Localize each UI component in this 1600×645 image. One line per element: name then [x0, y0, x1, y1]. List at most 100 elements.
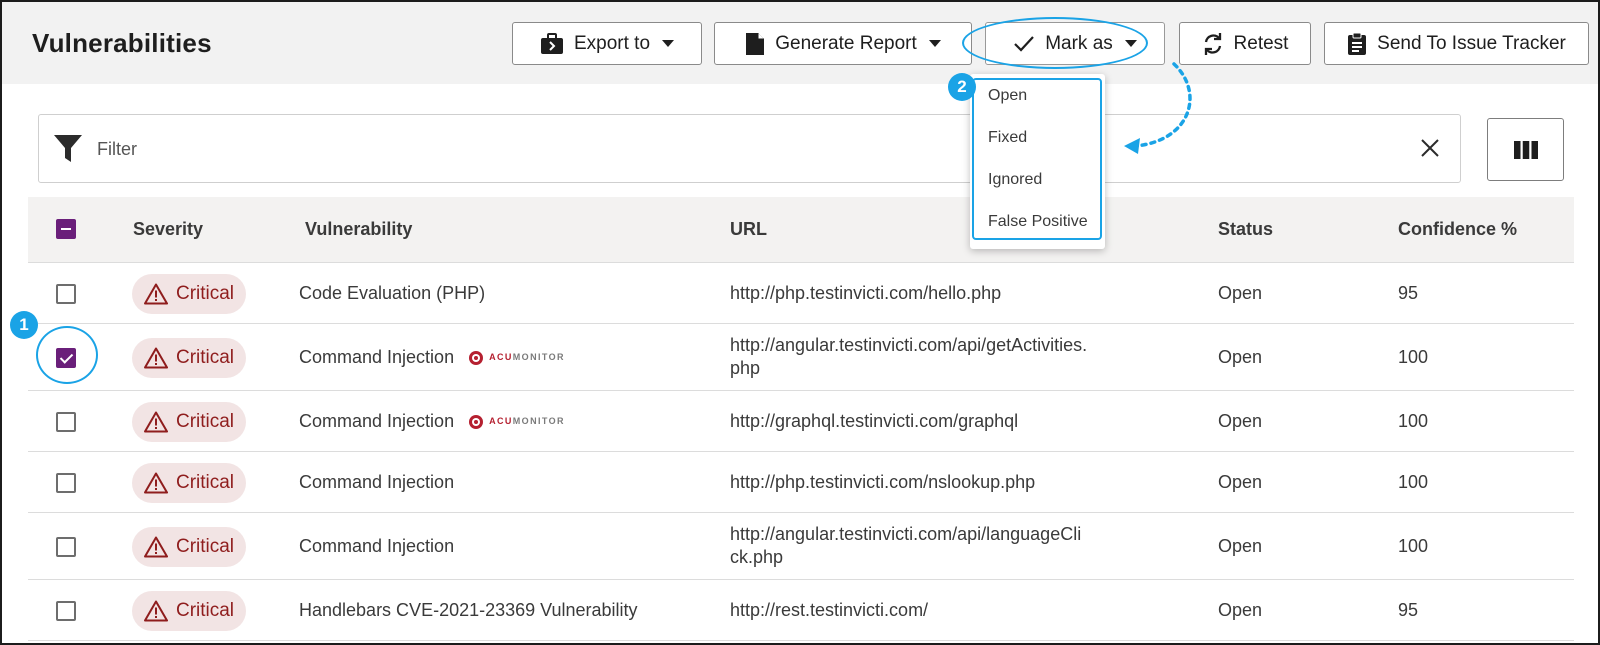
vulnerability-name[interactable]: Command Injection — [299, 472, 454, 492]
mark-as-highlight-annotation — [962, 17, 1148, 69]
vulnerability-name[interactable]: Command Injection — [299, 411, 454, 431]
row-checkbox[interactable] — [56, 472, 76, 493]
url-cell[interactable]: http://graphql.testinvicti.com/graphql — [730, 410, 1090, 433]
table-body: Critical Code Evaluation (PHP) http://php.… — [28, 263, 1574, 641]
chevron-down-icon — [662, 40, 675, 47]
column-status[interactable]: Status — [1218, 219, 1273, 240]
column-severity[interactable]: Severity — [133, 219, 203, 240]
row-checkbox[interactable] — [56, 283, 76, 304]
severity-badge: Critical — [132, 273, 246, 314]
url-cell[interactable]: http://rest.testinvicti.com/ — [730, 599, 1090, 622]
acumonitor-logo: ACUMONITOR — [468, 410, 565, 433]
table-row[interactable]: Critical Command Injection ACUMONITOR http:… — [28, 391, 1574, 452]
vulnerability-name[interactable]: Code Evaluation (PHP) — [299, 283, 485, 303]
vulnerability-cell[interactable]: Command Injection — [299, 535, 454, 558]
url-cell[interactable]: http://php.testinvicti.com/hello.php — [730, 282, 1090, 305]
generate-report-button[interactable]: Generate Report — [714, 22, 972, 65]
warning-icon — [143, 347, 168, 368]
vulnerability-name[interactable]: Handlebars CVE-2021-23369 Vulnerability — [299, 600, 638, 620]
severity-badge: Critical — [132, 401, 246, 442]
vulnerability-cell[interactable]: Code Evaluation (PHP) — [299, 282, 485, 305]
severity-label: Critical — [175, 471, 235, 493]
vulnerability-cell[interactable]: Command Injection — [299, 471, 454, 494]
dotted-arrow-annotation — [1124, 62, 1192, 154]
step-1-badge: 1 — [10, 311, 38, 339]
table-row[interactable]: Critical Command Injection http://angular.… — [28, 513, 1574, 580]
vulnerability-name[interactable]: Command Injection — [299, 347, 454, 367]
step-2-badge: 2 — [948, 73, 976, 101]
table-row[interactable]: Critical Command Injection ACUMONITOR http:… — [28, 324, 1574, 391]
vulnerability-cell[interactable]: Command Injection ACUMONITOR — [299, 346, 565, 370]
generate-report-label: Generate Report — [775, 32, 917, 54]
menu-item-fixed[interactable]: Fixed — [988, 129, 1027, 147]
severity-label: Critical — [175, 282, 235, 304]
close-icon[interactable] — [1419, 137, 1441, 159]
confidence-cell: 100 — [1398, 471, 1429, 492]
app-frame: Vulnerabilities Export to Generate Repor… — [0, 0, 1600, 645]
row-checkbox[interactable] — [56, 600, 76, 621]
status-cell: Open — [1218, 410, 1263, 431]
confidence-cell: 95 — [1398, 599, 1419, 620]
page-title: Vulnerabilities — [32, 28, 212, 58]
clipboard-icon — [1348, 32, 1367, 55]
menu-item-false-positive[interactable]: False Positive — [988, 213, 1088, 231]
table-row[interactable]: Critical Code Evaluation (PHP) http://php.… — [28, 263, 1574, 324]
export-to-button[interactable]: Export to — [512, 22, 702, 65]
retest-label: Retest — [1233, 32, 1289, 54]
send-to-issue-tracker-button[interactable]: Send To Issue Tracker — [1324, 22, 1589, 65]
filter-icon — [54, 135, 82, 162]
chevron-down-icon — [928, 40, 941, 47]
confidence-cell: 95 — [1398, 282, 1419, 303]
status-cell: Open — [1218, 535, 1263, 556]
column-vulnerability[interactable]: Vulnerability — [305, 219, 412, 240]
severity-label: Critical — [175, 346, 235, 368]
confidence-cell: 100 — [1398, 346, 1429, 367]
warning-icon — [143, 411, 168, 432]
column-url[interactable]: URL — [730, 219, 767, 240]
export-icon — [540, 32, 563, 54]
row-checkbox[interactable] — [56, 411, 76, 432]
row-checkbox[interactable] — [56, 536, 76, 557]
warning-icon — [143, 472, 168, 493]
status-cell: Open — [1218, 346, 1263, 367]
severity-badge: Critical — [132, 590, 246, 631]
table-row[interactable]: Critical Command Injection http://php.test… — [28, 452, 1574, 513]
severity-badge: Critical — [132, 526, 246, 567]
page-header: Vulnerabilities Export to Generate Repor… — [2, 2, 1598, 84]
filter-input[interactable] — [97, 125, 1297, 173]
url-cell[interactable]: http://angular.testinvicti.com/api/langu… — [730, 523, 1090, 569]
table-header: Severity Vulnerability URL Status Confid… — [28, 197, 1574, 263]
acumonitor-suffix: MONITOR — [512, 416, 565, 427]
warning-icon — [143, 600, 168, 621]
warning-icon — [143, 536, 168, 557]
severity-label: Critical — [175, 410, 235, 432]
menu-item-ignored[interactable]: Ignored — [988, 171, 1042, 189]
acumonitor-prefix: ACU — [489, 352, 513, 363]
refresh-icon — [1204, 32, 1221, 55]
severity-badge: Critical — [132, 337, 246, 378]
acumonitor-suffix: MONITOR — [512, 352, 565, 363]
vulnerability-cell[interactable]: Command Injection ACUMONITOR — [299, 410, 565, 434]
warning-icon — [143, 283, 168, 304]
severity-label: Critical — [175, 535, 235, 557]
checkbox-highlight-annotation — [36, 326, 98, 384]
columns-icon — [1513, 140, 1538, 159]
confidence-cell: 100 — [1398, 410, 1429, 431]
select-all-checkbox[interactable] — [56, 219, 76, 239]
retest-button[interactable]: Retest — [1179, 22, 1311, 65]
column-chooser-button[interactable] — [1487, 118, 1564, 181]
acumonitor-prefix: ACU — [489, 416, 513, 427]
vulnerability-name[interactable]: Command Injection — [299, 536, 454, 556]
acumonitor-icon — [469, 414, 484, 429]
menu-item-open[interactable]: Open — [988, 87, 1027, 105]
table-row[interactable]: Critical Handlebars CVE-2021-23369 Vulner… — [28, 580, 1574, 641]
vulnerability-cell[interactable]: Handlebars CVE-2021-23369 Vulnerability — [299, 599, 638, 622]
column-confidence[interactable]: Confidence % — [1398, 219, 1517, 240]
status-cell: Open — [1218, 471, 1263, 492]
url-cell[interactable]: http://php.testinvicti.com/nslookup.php — [730, 471, 1090, 494]
url-cell[interactable]: http://angular.testinvicti.com/api/getAc… — [730, 334, 1090, 380]
status-cell: Open — [1218, 599, 1263, 620]
export-to-label: Export to — [573, 32, 651, 54]
vulnerabilities-table: Severity Vulnerability URL Status Confid… — [28, 197, 1574, 641]
confidence-cell: 100 — [1398, 535, 1429, 556]
